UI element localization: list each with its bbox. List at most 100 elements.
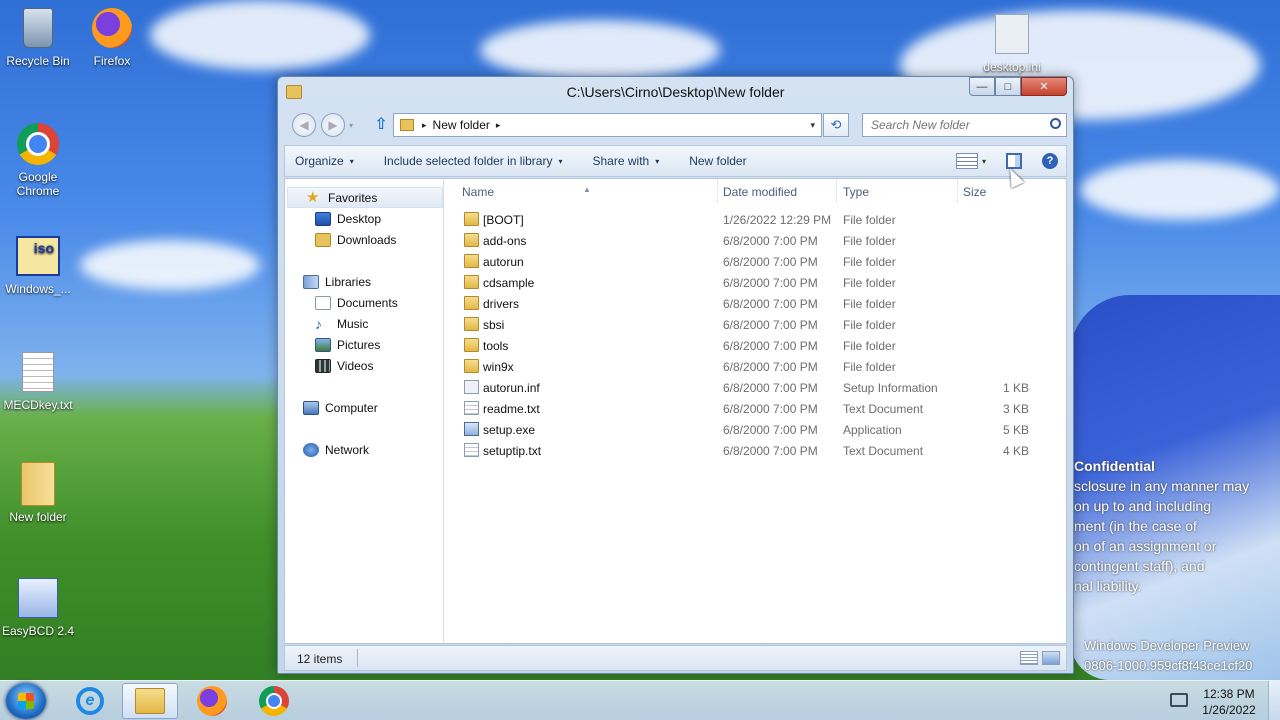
- taskbar-internet-explorer[interactable]: e: [62, 683, 118, 719]
- file-date: 6/8/2000 7:00 PM: [723, 276, 818, 290]
- nav-favorites[interactable]: ★ Favorites: [287, 187, 443, 208]
- file-row[interactable]: autorun 6/8/2000 7:00 PM File folder: [445, 251, 1066, 272]
- refresh-button[interactable]: ⟲: [823, 113, 849, 137]
- file-row[interactable]: readme.txt 6/8/2000 7:00 PM Text Document 3…: [445, 398, 1066, 419]
- title-bar[interactable]: C:\Users\Cirno\Desktop\New folder — □ ✕: [278, 77, 1073, 107]
- taskbar-firefox[interactable]: [184, 683, 240, 719]
- column-header-name[interactable]: Name: [462, 185, 494, 199]
- file-type: Text Document: [843, 444, 924, 458]
- search-icon[interactable]: [1050, 118, 1061, 129]
- computer-icon: [303, 400, 319, 415]
- file-size: 3 KB: [1002, 402, 1029, 416]
- address-dropdown[interactable]: ▾: [810, 120, 815, 131]
- breadcrumb-segment[interactable]: New folder: [433, 118, 490, 132]
- file-row[interactable]: cdsample 6/8/2000 7:00 PM File folder: [445, 272, 1066, 293]
- breadcrumb-separator[interactable]: ▸: [422, 120, 427, 131]
- desktop-icon-iso[interactable]: iso Windows_...: [0, 234, 76, 296]
- music-icon: ♪: [315, 315, 322, 332]
- file-row[interactable]: autorun.inf 6/8/2000 7:00 PM Setup Informa…: [445, 377, 1066, 398]
- start-button[interactable]: [6, 683, 46, 719]
- forward-button[interactable]: ▶: [321, 113, 345, 137]
- file-row[interactable]: [BOOT] 1/26/2022 12:29 PM File folder: [445, 209, 1066, 230]
- file-row[interactable]: setup.exe 6/8/2000 7:00 PM Application 5 KB: [445, 419, 1066, 440]
- column-header-type[interactable]: Type: [843, 185, 869, 199]
- nav-documents[interactable]: Documents: [285, 292, 443, 313]
- file-row[interactable]: add-ons 6/8/2000 7:00 PM File folder: [445, 230, 1066, 251]
- maximize-button[interactable]: □: [995, 77, 1021, 96]
- ini-file-icon: [990, 12, 1034, 56]
- file-row[interactable]: tools 6/8/2000 7:00 PM File folder: [445, 335, 1066, 356]
- column-header-date[interactable]: Date modified: [723, 185, 797, 199]
- easybcd-icon: [16, 576, 60, 620]
- desktop-icon-firefox[interactable]: Firefox: [74, 6, 150, 68]
- file-type: File folder: [843, 234, 896, 248]
- text-file-icon: [16, 350, 60, 394]
- column-header-size[interactable]: Size: [963, 185, 986, 199]
- close-button[interactable]: ✕: [1021, 77, 1067, 96]
- details-view-icon[interactable]: [1020, 651, 1038, 665]
- nav-network[interactable]: Network: [285, 439, 443, 460]
- nav-downloads[interactable]: Downloads: [285, 229, 443, 250]
- cloud: [150, 0, 370, 70]
- window-title: C:\Users\Cirno\Desktop\New folder: [566, 84, 785, 100]
- include-label: Include selected folder in library: [383, 154, 553, 168]
- folder-icon: [16, 462, 60, 506]
- view-details-icon[interactable]: [955, 153, 978, 169]
- desktop-icon-recycle-bin[interactable]: Recycle Bin: [0, 6, 76, 68]
- network-tray-icon[interactable]: [1170, 693, 1188, 707]
- file-name: readme.txt: [483, 402, 540, 416]
- file-row[interactable]: drivers 6/8/2000 7:00 PM File folder: [445, 293, 1066, 314]
- file-date: 6/8/2000 7:00 PM: [723, 381, 818, 395]
- item-count: 12 items: [297, 652, 343, 666]
- system-clock[interactable]: 12:38 PM 1/26/2022: [1196, 686, 1262, 718]
- file-row[interactable]: setuptip.txt 6/8/2000 7:00 PM Text Documen…: [445, 440, 1066, 461]
- caption-buttons: — □ ✕: [969, 77, 1067, 96]
- nav-libraries[interactable]: Libraries: [285, 271, 443, 292]
- search-input[interactable]: [862, 113, 1067, 137]
- organize-button[interactable]: Organize ▾: [295, 154, 354, 168]
- desktop-icon-desktop-ini[interactable]: desktop.ini: [974, 12, 1050, 74]
- nav-videos[interactable]: Videos: [285, 355, 443, 376]
- view-options-dropdown[interactable]: ▾: [982, 157, 986, 166]
- breadcrumb-separator[interactable]: ▸: [496, 120, 501, 131]
- help-icon[interactable]: ?: [1042, 153, 1058, 169]
- file-list: ▲ Name Date modified Type Size [BOOT] 1/2…: [445, 179, 1066, 643]
- star-icon: ★: [306, 188, 320, 206]
- desktop-icon-label: Firefox: [93, 54, 131, 68]
- file-name: cdsample: [483, 276, 535, 290]
- desktop-icon-mecdkey[interactable]: MECDkey.txt: [0, 350, 76, 412]
- desktop-icon-new-folder[interactable]: New folder: [0, 462, 76, 524]
- file-type: File folder: [843, 318, 896, 332]
- nav-desktop[interactable]: Desktop: [285, 208, 443, 229]
- ie-icon: e: [76, 687, 104, 715]
- file-date: 6/8/2000 7:00 PM: [723, 360, 818, 374]
- file-type: File folder: [843, 339, 896, 353]
- new-folder-button[interactable]: New folder: [689, 154, 746, 168]
- large-icons-view-icon[interactable]: [1042, 651, 1060, 665]
- explorer-body: ★ Favorites Desktop Downloads Libraries …: [284, 178, 1067, 644]
- back-button[interactable]: ◀: [292, 113, 316, 137]
- include-in-library-button[interactable]: Include selected folder in library ▾: [384, 154, 563, 168]
- recent-pages-dropdown[interactable]: ▾: [349, 121, 353, 130]
- taskbar-chrome[interactable]: [246, 683, 302, 719]
- nav-pictures[interactable]: Pictures: [285, 334, 443, 355]
- file-row[interactable]: sbsi 6/8/2000 7:00 PM File folder: [445, 314, 1066, 335]
- share-with-button[interactable]: Share with ▾: [593, 154, 660, 168]
- up-arrow-icon[interactable]: ⇧: [372, 115, 390, 135]
- nav-computer[interactable]: Computer: [285, 397, 443, 418]
- desktop-icon-label: desktop.ini: [983, 60, 1041, 74]
- show-desktop-button[interactable]: [1268, 681, 1280, 720]
- desktop-icon-easybcd[interactable]: EasyBCD 2.4: [0, 576, 76, 638]
- taskbar-windows-explorer[interactable]: [122, 683, 178, 719]
- build-watermark: Windows Developer Preview 0806-1000.959c…: [1084, 638, 1253, 673]
- desktop-icon-chrome[interactable]: Google Chrome: [0, 122, 76, 198]
- minimize-button[interactable]: —: [969, 77, 995, 96]
- iso-file-icon: iso: [16, 234, 60, 278]
- nav-music[interactable]: ♪ Music: [285, 313, 443, 334]
- address-bar[interactable]: ▸ New folder ▸ ▾: [393, 113, 822, 137]
- folder-icon: [464, 212, 479, 226]
- file-row[interactable]: win9x 6/8/2000 7:00 PM File folder: [445, 356, 1066, 377]
- command-bar: Organize ▾ Include selected folder in li…: [284, 145, 1067, 177]
- file-type: Application: [843, 423, 902, 437]
- file-type: Setup Information: [843, 381, 938, 395]
